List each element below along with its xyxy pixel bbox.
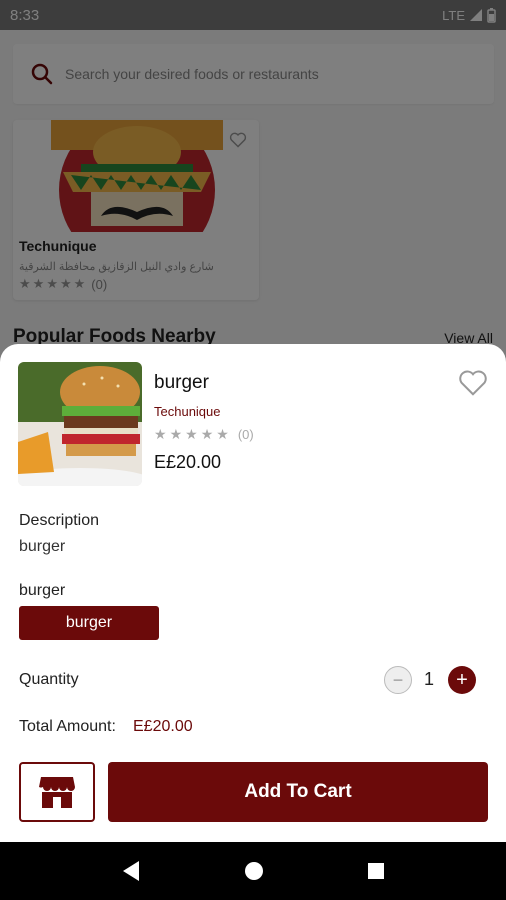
minus-icon: −	[392, 669, 404, 690]
recents-icon[interactable]	[367, 862, 385, 880]
product-store[interactable]: Techunique	[154, 404, 221, 419]
quantity-increment-button[interactable]: +	[448, 666, 476, 694]
rating-count: (0)	[237, 427, 254, 442]
product-rating: ★ ★ ★ ★ ★ (0)	[154, 426, 254, 443]
variation-option-chip[interactable]: burger	[19, 606, 159, 640]
back-icon[interactable]	[121, 860, 141, 882]
product-name: burger	[154, 372, 209, 393]
star-icon: ★	[154, 426, 167, 442]
star-icon: ★	[169, 426, 183, 442]
quantity-label: Quantity	[19, 671, 79, 688]
add-to-cart-button[interactable]: Add To Cart	[108, 762, 488, 822]
product-price: E£20.00	[154, 452, 222, 472]
description-text: burger	[19, 538, 66, 555]
quantity-decrement-button[interactable]: −	[384, 666, 412, 694]
star-icon: ★	[216, 426, 229, 442]
variation-label: burger	[19, 582, 66, 599]
plus-icon: +	[456, 668, 468, 691]
total-amount-label: Total Amount:	[19, 718, 116, 735]
system-nav-bar	[0, 842, 506, 900]
star-icon: ★	[200, 426, 214, 442]
star-icon: ★	[185, 426, 198, 442]
view-store-button[interactable]	[19, 762, 95, 822]
favorite-heart-icon[interactable]	[458, 368, 488, 398]
product-image	[18, 362, 142, 486]
store-icon	[39, 777, 75, 808]
total-amount-value: E£20.00	[133, 718, 193, 735]
quantity-value: 1	[424, 669, 435, 689]
description-label: Description	[19, 512, 100, 529]
product-bottom-sheet: burger Techunique ★ ★ ★ ★ ★ (0) E£20.00 Desc…	[0, 344, 506, 842]
home-icon[interactable]	[244, 861, 264, 881]
